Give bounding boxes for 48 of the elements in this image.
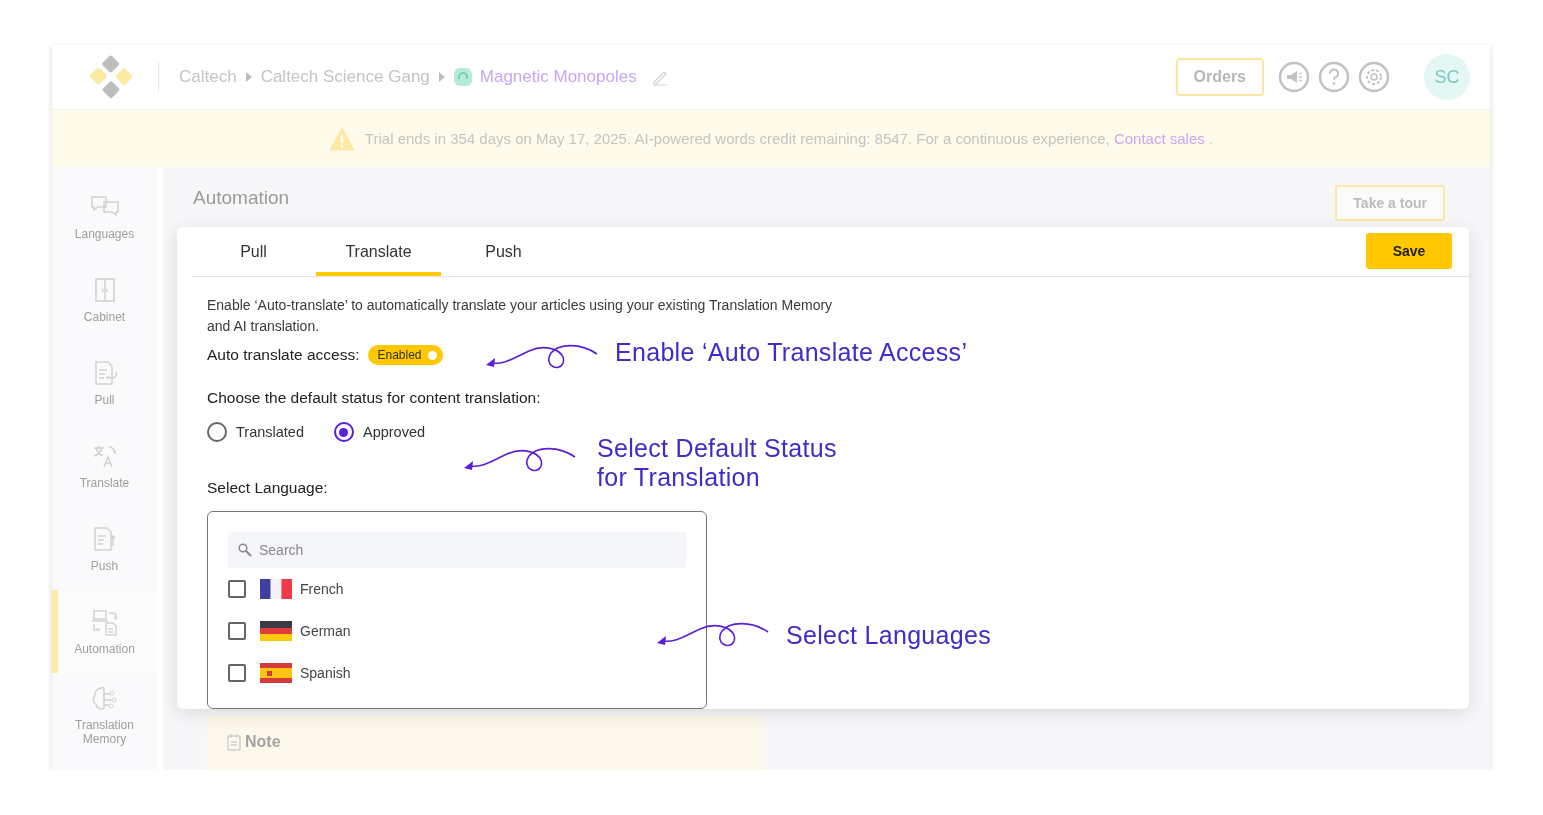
sidebar-item[interactable]: Pull xyxy=(52,341,157,424)
user-avatar[interactable]: SC xyxy=(1424,54,1470,100)
flag-icon xyxy=(260,663,292,683)
breadcrumb-link[interactable]: Caltech xyxy=(179,67,237,87)
headphones-icon xyxy=(453,68,472,86)
breadcrumb-link[interactable]: Magnetic Monopoles xyxy=(479,67,637,87)
flag-icon xyxy=(260,579,292,599)
language-label: Select Language: xyxy=(207,479,328,497)
sidebar-item[interactable]: Cabinet xyxy=(52,258,157,341)
flag-icon xyxy=(260,621,292,641)
enabled-toggle[interactable]: Enabled xyxy=(367,345,443,365)
note-title: Note xyxy=(245,733,281,751)
tab[interactable]: Translate xyxy=(316,227,441,276)
trial-message: Trial ends in 354 days on May 17, 2025. AI-powered words credit remaining: 8547. For a continuous experience, Contact sales . xyxy=(364,130,1214,147)
sidebar-item[interactable]: Translation Memory xyxy=(52,673,157,756)
sidebar-item[interactable]: Push xyxy=(52,507,157,590)
save-button[interactable]: Save xyxy=(1366,233,1452,269)
language-name: German xyxy=(300,623,351,639)
radio-button[interactable] xyxy=(333,422,354,442)
warning-icon xyxy=(328,126,355,151)
status-question: Choose the default status for content translation: xyxy=(207,389,541,407)
sidebar-item[interactable]: Languages xyxy=(52,175,157,258)
description-text: Enable ‘Auto-translate’ to automatically translate your articles using your existing Translation Memory and AI translation. xyxy=(207,296,834,336)
caret-icon xyxy=(244,71,253,83)
status-radio[interactable]: Approved xyxy=(333,422,426,442)
checkbox[interactable] xyxy=(228,580,246,598)
checkbox[interactable] xyxy=(228,622,246,640)
status-radio[interactable]: Translated xyxy=(207,422,304,442)
tab[interactable]: Pull xyxy=(191,227,316,276)
language-name: Spanish xyxy=(300,665,351,681)
annotation-text: Enable ‘Auto Translate Access’ xyxy=(615,338,968,367)
take-tour-button[interactable]: Take a tour xyxy=(1335,185,1445,221)
page-title: Automation xyxy=(193,187,290,209)
breadcrumb-link[interactable]: Caltech Science Gang xyxy=(260,67,430,87)
radio-button[interactable] xyxy=(207,422,227,442)
contact-sales-link[interactable]: Contact sales xyxy=(1113,130,1205,147)
access-label: Auto translate access: xyxy=(207,346,360,364)
notepad-icon xyxy=(227,733,241,751)
sidebar-item[interactable]: Translate xyxy=(52,424,157,507)
language-name: French xyxy=(300,581,344,597)
annotation-text: Select Languages xyxy=(786,621,991,650)
search-field[interactable]: Search xyxy=(228,532,686,568)
search-icon xyxy=(238,543,252,557)
orders-button[interactable]: Orders xyxy=(1175,58,1264,96)
checkbox[interactable] xyxy=(228,664,246,682)
tab[interactable]: Push xyxy=(441,227,566,276)
caret-icon xyxy=(437,71,446,83)
annotation-text: Select Default Status for Translation xyxy=(597,434,838,492)
